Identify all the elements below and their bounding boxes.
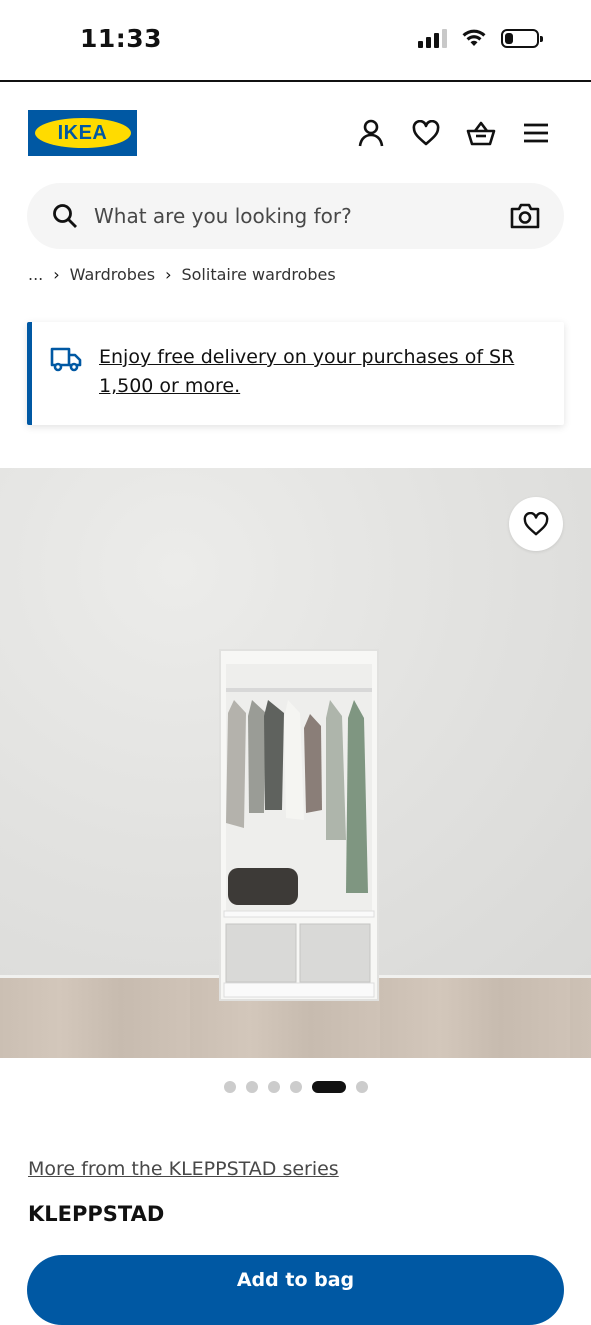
heart-icon bbox=[523, 512, 549, 536]
truck-icon bbox=[50, 347, 82, 372]
chevron-right-icon: › bbox=[165, 265, 172, 284]
product-image[interactable] bbox=[0, 468, 591, 1058]
breadcrumb-ellipsis[interactable]: ... bbox=[28, 265, 43, 284]
image-carousel-dots bbox=[224, 1081, 368, 1093]
ikea-logo[interactable]: IKEA bbox=[28, 110, 137, 156]
battery-icon bbox=[501, 28, 543, 48]
logo-text: IKEA bbox=[57, 121, 108, 144]
wardrobe-illustration bbox=[219, 649, 379, 1001]
carousel-dot[interactable] bbox=[224, 1081, 236, 1093]
status-divider bbox=[0, 80, 591, 82]
carousel-dot[interactable] bbox=[268, 1081, 280, 1093]
carousel-dot[interactable] bbox=[290, 1081, 302, 1093]
chevron-right-icon: › bbox=[53, 265, 60, 284]
signal-icon bbox=[418, 28, 447, 48]
wifi-icon bbox=[462, 29, 486, 46]
carousel-dot[interactable] bbox=[246, 1081, 258, 1093]
carousel-dot[interactable] bbox=[356, 1081, 368, 1093]
status-time: 11:33 bbox=[80, 24, 163, 53]
product-name: KLEPPSTAD bbox=[28, 1202, 165, 1226]
breadcrumb-solitaire-wardrobes[interactable]: Solitaire wardrobes bbox=[181, 265, 335, 284]
status-icons bbox=[418, 28, 543, 48]
search-input[interactable]: What are you looking for? bbox=[94, 204, 352, 228]
menu-icon[interactable] bbox=[519, 116, 553, 150]
breadcrumb: ... › Wardrobes › Solitaire wardrobes bbox=[28, 265, 336, 284]
basket-icon[interactable] bbox=[464, 116, 498, 150]
carousel-dot-active[interactable] bbox=[312, 1081, 346, 1093]
profile-icon[interactable] bbox=[354, 116, 388, 150]
camera-icon[interactable] bbox=[510, 202, 540, 230]
delivery-banner-link[interactable]: Enjoy free delivery on your purchases of… bbox=[99, 343, 549, 401]
add-to-bag-button[interactable]: Add to bag bbox=[27, 1255, 564, 1325]
heart-icon[interactable] bbox=[409, 116, 443, 150]
series-link[interactable]: More from the KLEPPSTAD series bbox=[28, 1158, 339, 1180]
search-icon[interactable] bbox=[52, 203, 78, 229]
add-to-favorites-button[interactable] bbox=[509, 497, 563, 551]
breadcrumb-wardrobes[interactable]: Wardrobes bbox=[70, 265, 155, 284]
